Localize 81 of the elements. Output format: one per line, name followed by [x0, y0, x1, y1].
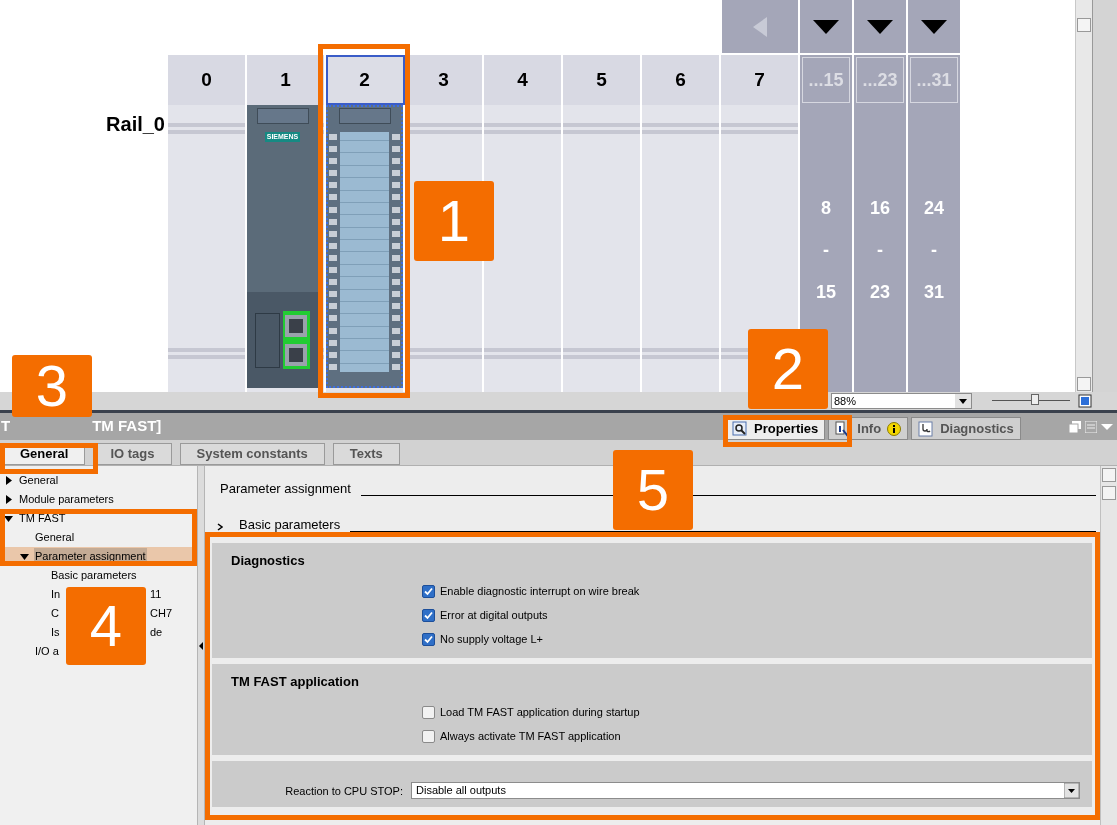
tree-item[interactable]: General [34, 529, 76, 546]
tree-item[interactable]: General [18, 472, 60, 489]
range-dash: - [931, 239, 937, 262]
tree-item[interactable]: Module parameters [18, 491, 115, 508]
callout-number: 3 [12, 355, 92, 417]
checkbox[interactable] [422, 706, 435, 719]
tree-item[interactable]: Basic parameters [50, 567, 138, 584]
tree-item[interactable]: Is [50, 624, 61, 641]
callout-number: 5 [613, 450, 693, 530]
callout-number: 4 [66, 587, 146, 665]
reaction-dropdown[interactable]: Disable all outputs [411, 782, 1080, 799]
range-start: 16 [870, 197, 890, 220]
zoom-field[interactable]: 88% [831, 393, 972, 409]
checkbox[interactable] [422, 730, 435, 743]
slot-header[interactable]: 5 [563, 55, 642, 105]
ethernet-ports [282, 311, 310, 369]
slot-header[interactable]: 1 [247, 55, 326, 105]
checkbox[interactable] [422, 585, 435, 598]
section-title: Diagnostics [230, 552, 306, 570]
checkbox[interactable] [422, 633, 435, 646]
info-badge-icon [887, 421, 902, 436]
collapsed-arrow-icon[interactable] [4, 476, 13, 485]
expand-arrow-icon[interactable] [921, 19, 947, 34]
checkbox[interactable] [422, 609, 435, 622]
option-label: Always activate TM FAST application [440, 729, 621, 745]
range-end: 15 [816, 281, 836, 304]
magnifier-icon [732, 420, 748, 437]
tree-item[interactable]: I/O a [34, 643, 60, 660]
slot-header[interactable]: 2 [326, 55, 405, 105]
io-module[interactable] [326, 105, 403, 388]
slot-header[interactable]: 7 [721, 55, 800, 105]
expand-arrow-icon[interactable] [867, 19, 893, 34]
collapsed-arrow-icon[interactable] [4, 495, 13, 504]
field-label: Reaction to CPU STOP: [284, 783, 404, 799]
connector-plate [338, 108, 391, 124]
slot-header[interactable]: 0 [168, 55, 247, 105]
panel-tab[interactable]: Diagnostics [911, 417, 1021, 440]
property-tab[interactable]: System constants [179, 443, 325, 465]
property-tab[interactable]: Texts [332, 443, 400, 465]
tree-item[interactable]: 11 [150, 586, 162, 603]
tree-item[interactable]: In [50, 586, 62, 603]
inspector-title: TM FAST] [92, 416, 162, 437]
expanded-arrow-icon[interactable] [20, 552, 29, 561]
range-end: 23 [870, 281, 890, 304]
stethoscope-icon [918, 420, 935, 437]
range-end: 31 [924, 281, 944, 304]
range-start: 8 [821, 197, 831, 220]
option-label: No supply voltage L+ [440, 632, 544, 648]
vertical-scrollbar[interactable] [1100, 466, 1117, 825]
tree-item[interactable]: de [150, 624, 163, 641]
collapse-arrow-icon [199, 641, 203, 650]
tree-item[interactable]: C [50, 605, 60, 622]
range-dash: - [877, 239, 883, 262]
restore-icon [1069, 420, 1081, 433]
rail-label: Rail_0 [106, 112, 165, 135]
slider-thumb[interactable] [1030, 394, 1039, 405]
chevron-icon [217, 523, 223, 531]
view-icon [1078, 394, 1092, 408]
expand-arrow-icon[interactable] [813, 19, 839, 34]
terminal-cover [255, 312, 280, 368]
panel-tab[interactable]: Info [828, 417, 909, 440]
slot-header[interactable]: 6 [642, 55, 721, 105]
option-label: Enable diagnostic interrupt on wire break [440, 584, 640, 600]
list-icon [1085, 420, 1097, 433]
option-label: Error at digital outputs [440, 608, 548, 624]
callout-number: 1 [414, 181, 494, 261]
range-start: 24 [924, 197, 944, 220]
tree-item[interactable]: TM FAST [18, 510, 67, 527]
callout-number: 2 [748, 329, 828, 409]
slot-header[interactable]: 4 [484, 55, 563, 105]
range-dash: - [823, 239, 829, 262]
expanded-arrow-icon[interactable] [4, 514, 13, 523]
subsection-heading[interactable]: Basic parameters [239, 514, 341, 534]
connector-plate [256, 108, 309, 124]
vertical-scrollbar[interactable] [1075, 0, 1092, 392]
section-title: TM FAST application [230, 673, 360, 691]
section-heading: Parameter assignment [220, 479, 351, 498]
option-label: Load TM FAST application during startup [440, 705, 640, 721]
dropdown-arrow-icon [1064, 783, 1079, 798]
tree-item[interactable]: CH7 [150, 605, 172, 622]
inspector-title: T [1, 416, 11, 437]
